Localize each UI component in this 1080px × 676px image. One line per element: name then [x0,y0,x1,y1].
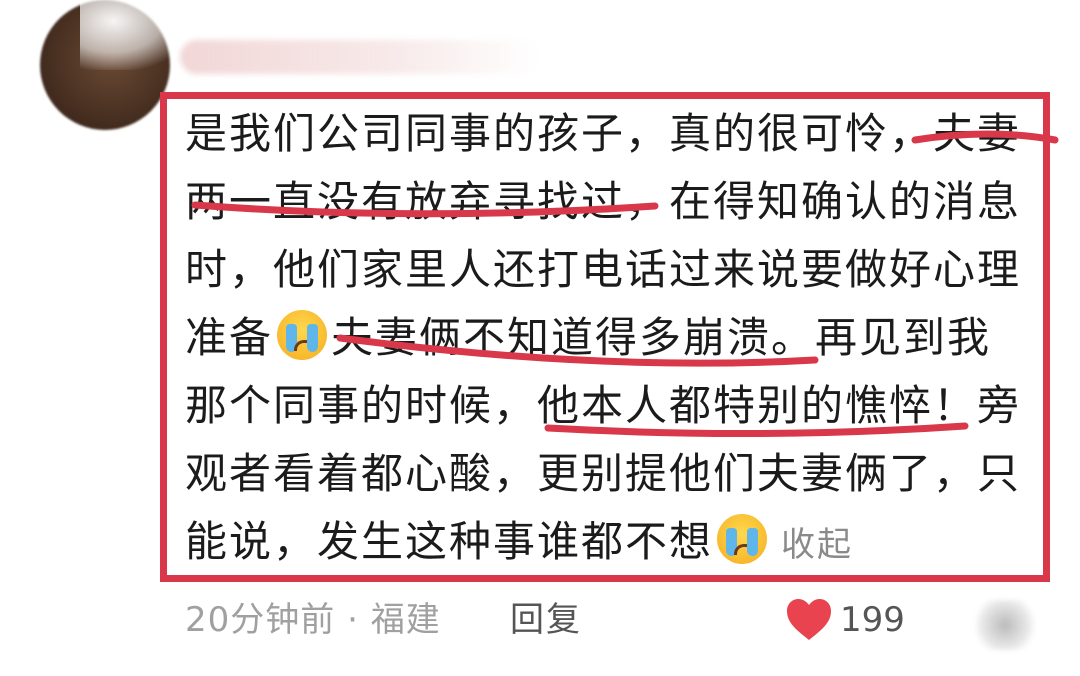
avatar-overlay [80,0,190,70]
username-redacted [180,40,540,74]
comment-segment: 准备 [185,313,274,362]
comment-segment: 能说，发生这种事谁都不想 [185,517,714,566]
collapse-button[interactable]: 收起 [781,525,853,565]
comment-line: 观者看着都心酸，更别提他们夫妻俩了，只 [185,449,1022,498]
more-icon[interactable] [975,600,1035,650]
crying-face-icon [717,514,768,564]
comment-location: 福建 [370,600,441,640]
heart-icon[interactable] [785,598,833,642]
meta-separator: · [347,600,359,640]
comment-meta: 20分钟前 · 福建 [185,595,441,645]
like-count: 199 [840,600,905,640]
comment-body: 是我们公司同事的孩子，真的很可怜，夫妻 两一直没有放弃寻找过，在得知确认的消息 … [185,100,1045,576]
crying-face-icon [277,310,328,360]
comment-segment: 夫妻俩不知道得多崩溃。再见到我 [331,313,992,362]
comment-line-with-emoji: 准备 夫妻俩不知道得多崩溃。再见到我 [185,304,1045,372]
reply-button[interactable]: 回复 [510,595,582,645]
comment-time: 20分钟前 [185,600,336,640]
comment-line: 那个同事的时候，他本人都特别的憔悴！旁 [185,381,1022,430]
comment-line: 两一直没有放弃寻找过，在得知确认的消息 [185,177,1022,226]
comment-line: 是我们公司同事的孩子，真的很可怜，夫妻 [185,109,1022,158]
comment-line: 时，他们家里人还打电话过来说要做好心理 [185,245,1022,294]
comment-line-with-emoji: 能说，发生这种事谁都不想 收起 [185,508,1045,576]
